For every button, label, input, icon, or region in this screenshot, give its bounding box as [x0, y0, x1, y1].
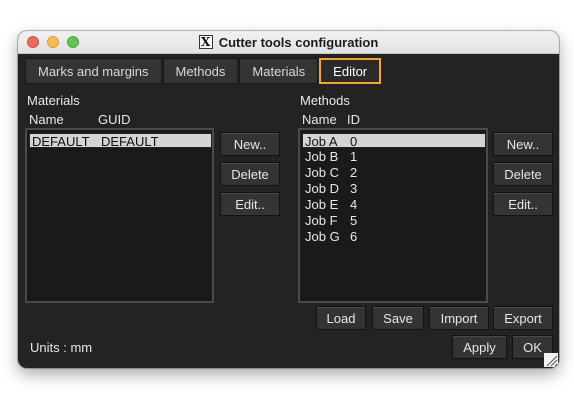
export-button[interactable]: Export	[493, 306, 553, 330]
method-name: Job C	[305, 165, 339, 180]
method-id: 4	[350, 197, 358, 212]
methods-column-name: Name	[302, 112, 337, 127]
tab-bar: Marks and margins Methods Materials Edit…	[25, 58, 382, 84]
resize-grip-icon[interactable]	[544, 353, 558, 367]
method-name: Job D	[305, 181, 339, 196]
units-label: Units : mm	[30, 340, 93, 355]
method-id: 0	[350, 134, 358, 149]
method-name: Job B	[305, 149, 339, 164]
list-item[interactable]: Job D 3	[302, 181, 486, 196]
x11-app-icon: X	[198, 35, 213, 49]
list-item[interactable]: Job E 4	[302, 197, 486, 212]
window-title: Cutter tools configuration	[218, 34, 379, 50]
tab-methods[interactable]: Methods	[162, 58, 239, 84]
materials-list[interactable]: DEFAULT DEFAULT	[25, 128, 214, 303]
apply-button[interactable]: Apply	[452, 335, 507, 359]
tab-materials[interactable]: Materials	[239, 58, 319, 84]
materials-section-label: Materials	[27, 93, 80, 108]
tab-marks-and-margins[interactable]: Marks and margins	[25, 58, 162, 84]
method-name: Job A	[305, 134, 338, 149]
methods-list[interactable]: Job A 0 Job B 1 Job C 2 Job D 3 Job E 4 …	[298, 128, 488, 303]
materials-new-button[interactable]: New..	[220, 132, 280, 156]
method-name: Job F	[305, 213, 338, 228]
methods-edit-button[interactable]: Edit..	[493, 192, 553, 216]
config-window: X Cutter tools configuration Marks and m…	[18, 31, 559, 368]
method-id: 5	[350, 213, 358, 228]
methods-delete-button[interactable]: Delete	[493, 162, 553, 186]
method-id: 1	[350, 149, 358, 164]
method-name: Job E	[305, 197, 339, 212]
materials-delete-button[interactable]: Delete	[220, 162, 280, 186]
list-item[interactable]: Job A 0	[302, 133, 486, 149]
list-item[interactable]: Job F 5	[302, 213, 486, 228]
tab-editor[interactable]: Editor	[319, 58, 382, 84]
save-button[interactable]: Save	[372, 306, 424, 330]
methods-section-label: Methods	[300, 93, 350, 108]
load-button[interactable]: Load	[316, 306, 366, 330]
title-group: X Cutter tools configuration	[18, 31, 559, 53]
methods-column-id: ID	[347, 112, 360, 127]
materials-column-name: Name	[29, 112, 64, 127]
methods-new-button[interactable]: New..	[493, 132, 553, 156]
method-id: 6	[350, 229, 358, 244]
materials-column-guid: GUID	[98, 112, 131, 127]
list-item[interactable]: Job B 1	[302, 149, 486, 164]
method-name: Job G	[305, 229, 340, 244]
list-item[interactable]: Job G 6	[302, 229, 486, 244]
materials-edit-button[interactable]: Edit..	[220, 192, 280, 216]
method-id: 2	[350, 165, 358, 180]
material-name: DEFAULT	[32, 134, 90, 149]
list-item[interactable]: Job C 2	[302, 165, 486, 180]
list-item[interactable]: DEFAULT DEFAULT	[29, 133, 212, 149]
method-id: 3	[350, 181, 358, 196]
material-guid: DEFAULT	[101, 134, 159, 149]
import-button[interactable]: Import	[429, 306, 489, 330]
title-bar[interactable]: X Cutter tools configuration	[18, 31, 559, 54]
